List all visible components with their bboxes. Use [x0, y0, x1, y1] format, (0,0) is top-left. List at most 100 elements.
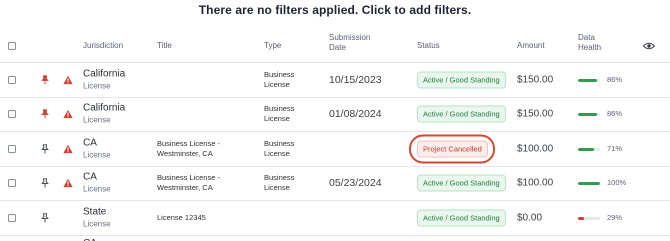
amount-value: $150.00	[517, 74, 554, 86]
jurisdiction-cell: State License	[83, 206, 111, 229]
health-bar-fill	[578, 78, 597, 82]
type-line2: License	[264, 79, 290, 89]
type-cell: Business License	[264, 70, 294, 90]
jurisdiction-subtitle: License	[83, 81, 111, 91]
table-row[interactable]: State License License 12345 Active / Goo…	[0, 201, 670, 236]
type-line2: License	[264, 183, 290, 193]
table-row[interactable]: California License Business License 10/1…	[0, 63, 670, 98]
column-header-type[interactable]: Type	[264, 41, 281, 51]
data-health: 86%	[578, 109, 638, 119]
health-bar-fill	[578, 113, 597, 117]
row-checkbox[interactable]	[8, 110, 16, 119]
type-line1: Business	[264, 173, 295, 183]
title-cell: License 12345	[157, 213, 252, 223]
column-header-amount[interactable]: Amount	[517, 41, 545, 51]
health-bar-track	[578, 78, 600, 82]
table-header: Jurisdiction Title Type Submission Date …	[0, 29, 670, 63]
health-percent: 71%	[607, 143, 623, 153]
health-percent: 86%	[607, 109, 623, 119]
health-bar-track	[578, 216, 600, 220]
pushpin-outline-icon[interactable]	[41, 144, 49, 154]
status-badge: Active / Good Standing	[417, 209, 506, 227]
health-bar-track	[578, 113, 600, 117]
column-header-submission-date[interactable]: Submission Date	[329, 33, 370, 53]
eye-icon[interactable]	[643, 42, 655, 50]
status-badge: Active / Good Standing	[417, 174, 506, 192]
column-header-submission-date-line1: Submission	[329, 33, 371, 42]
pushpin-filled-icon[interactable]	[41, 109, 49, 119]
jurisdiction-name: CA	[83, 238, 97, 241]
row-checkbox[interactable]	[8, 144, 16, 153]
jurisdiction-name: State	[83, 206, 107, 218]
status-badge: Active / Good Standing	[417, 105, 506, 123]
title-line2: Westminster, CA	[157, 183, 213, 193]
warning-triangle-icon	[63, 179, 73, 188]
pushpin-outline-icon[interactable]	[41, 178, 49, 188]
submission-date: 10/15/2023	[329, 73, 382, 86]
column-header-title[interactable]: Title	[157, 41, 172, 51]
pushpin-outline-icon[interactable]	[41, 213, 49, 223]
jurisdiction-subtitle: License	[83, 115, 111, 125]
submission-date: 05/23/2024	[329, 177, 382, 190]
column-header-status[interactable]: Status	[417, 41, 440, 51]
column-header-data-health-line2: Health	[578, 43, 602, 52]
row-checkbox[interactable]	[8, 75, 16, 84]
status-badge: Active / Good Standing	[417, 71, 506, 89]
jurisdiction-name: CA	[83, 171, 97, 183]
health-bar-track	[578, 182, 600, 186]
submission-date: 01/08/2024	[329, 108, 382, 121]
data-health: 100%	[578, 178, 638, 188]
health-percent: 29%	[607, 212, 623, 222]
type-cell: Business License	[264, 104, 294, 124]
title-line1: Business License -	[157, 138, 220, 148]
type-cell: Business License	[264, 173, 294, 193]
health-bar-fill	[578, 182, 600, 186]
type-line1: Business	[264, 104, 295, 114]
jurisdiction-name: CA	[83, 137, 97, 149]
type-line1: Business	[264, 69, 295, 79]
title-cell: Business License - Westminster, CA	[157, 139, 252, 159]
column-header-data-health-line1: Data	[578, 33, 595, 42]
column-header-data-health[interactable]: Data Health	[578, 33, 601, 53]
type-line2: License	[264, 114, 290, 124]
amount-value: $100.00	[517, 143, 554, 155]
health-percent: 100%	[607, 178, 627, 188]
health-bar-fill	[578, 147, 594, 151]
jurisdiction-cell: California License	[83, 68, 125, 91]
warning-triangle-icon	[63, 144, 73, 153]
table-row[interactable]: CA	[0, 236, 670, 241]
table-row[interactable]: CA License Business License - Westminste…	[0, 132, 670, 167]
warning-triangle-icon	[63, 110, 73, 119]
row-checkbox[interactable]	[8, 179, 16, 188]
table-row[interactable]: CA License Business License - Westminste…	[0, 167, 670, 201]
filter-banner[interactable]: There are no filters applied. Click to a…	[0, 3, 670, 17]
jurisdiction-cell: California License	[83, 103, 125, 126]
row-checkbox[interactable]	[8, 213, 16, 222]
licenses-table: Jurisdiction Title Type Submission Date …	[0, 29, 670, 241]
table-body: California License Business License 10/1…	[0, 63, 670, 236]
data-health: 86%	[578, 75, 638, 85]
column-header-jurisdiction[interactable]: Jurisdiction	[83, 41, 123, 51]
column-header-submission-date-line2: Date	[329, 43, 346, 52]
jurisdiction-cell: CA License	[83, 172, 111, 195]
data-health: 71%	[578, 144, 638, 154]
jurisdiction-name: California	[83, 102, 126, 114]
title-line1: License 12345	[157, 212, 206, 222]
amount-value: $150.00	[517, 108, 554, 120]
table-row[interactable]: California License Business License 01/0…	[0, 98, 670, 132]
warning-triangle-icon	[63, 75, 73, 84]
title-line1: Business License -	[157, 173, 220, 183]
type-line1: Business	[264, 138, 295, 148]
jurisdiction-name: California	[83, 68, 126, 80]
amount-value: $100.00	[517, 177, 554, 189]
jurisdiction-subtitle: License	[83, 184, 111, 194]
pushpin-filled-icon[interactable]	[41, 75, 49, 85]
type-line2: License	[264, 148, 290, 158]
title-line2: Westminster, CA	[157, 148, 213, 158]
amount-value: $0.00	[517, 212, 543, 224]
title-cell: Business License - Westminster, CA	[157, 173, 252, 193]
select-all-checkbox[interactable]	[8, 41, 16, 50]
health-bar-fill	[578, 216, 585, 220]
jurisdiction-subtitle: License	[83, 150, 111, 160]
health-percent: 86%	[607, 74, 623, 84]
